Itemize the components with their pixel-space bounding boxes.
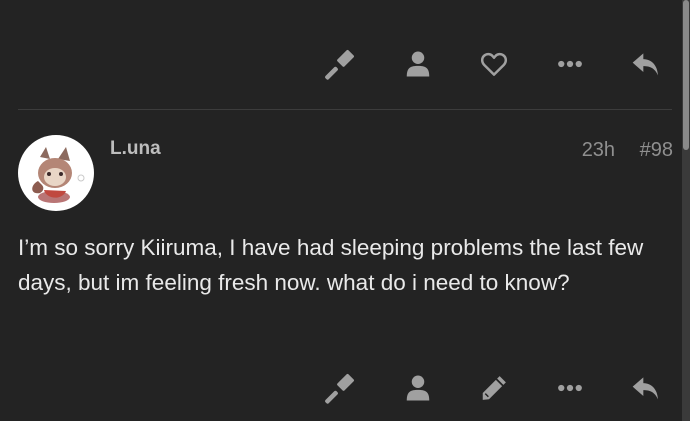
user-button[interactable] (394, 40, 442, 88)
user-icon (406, 375, 430, 401)
user-button[interactable] (394, 364, 442, 412)
gavel-icon (325, 373, 354, 404)
avatar[interactable] (18, 135, 94, 211)
username[interactable]: L.una (110, 138, 161, 160)
flag-button[interactable] (318, 40, 366, 88)
more-button[interactable] (546, 364, 594, 412)
scrollbar-thumb[interactable] (683, 0, 689, 150)
post-divider (18, 109, 672, 110)
reply-icon (632, 53, 658, 76)
avatar-image (32, 147, 85, 203)
flag-button[interactable] (318, 364, 366, 412)
post-actions (318, 364, 670, 412)
reply-icon (632, 377, 658, 400)
user-icon (406, 51, 430, 77)
reply-button[interactable] (622, 364, 670, 412)
more-button[interactable] (546, 40, 594, 88)
post-body: I’m so sorry Kiiruma, I have had sleepin… (18, 235, 644, 295)
previous-post-actions (318, 40, 670, 88)
post-number[interactable]: #98 (640, 139, 673, 162)
post-meta: 23h #98 (582, 139, 673, 162)
edit-button[interactable] (470, 364, 518, 412)
reply-button[interactable] (622, 40, 670, 88)
scrollbar[interactable] (682, 0, 690, 421)
heart-outline-icon (480, 52, 508, 76)
ellipsis-icon (558, 384, 582, 392)
ellipsis-icon (558, 60, 582, 68)
gavel-icon (325, 49, 354, 80)
like-button[interactable] (470, 40, 518, 88)
pencil-icon (482, 376, 506, 400)
post-timestamp[interactable]: 23h (582, 139, 615, 162)
